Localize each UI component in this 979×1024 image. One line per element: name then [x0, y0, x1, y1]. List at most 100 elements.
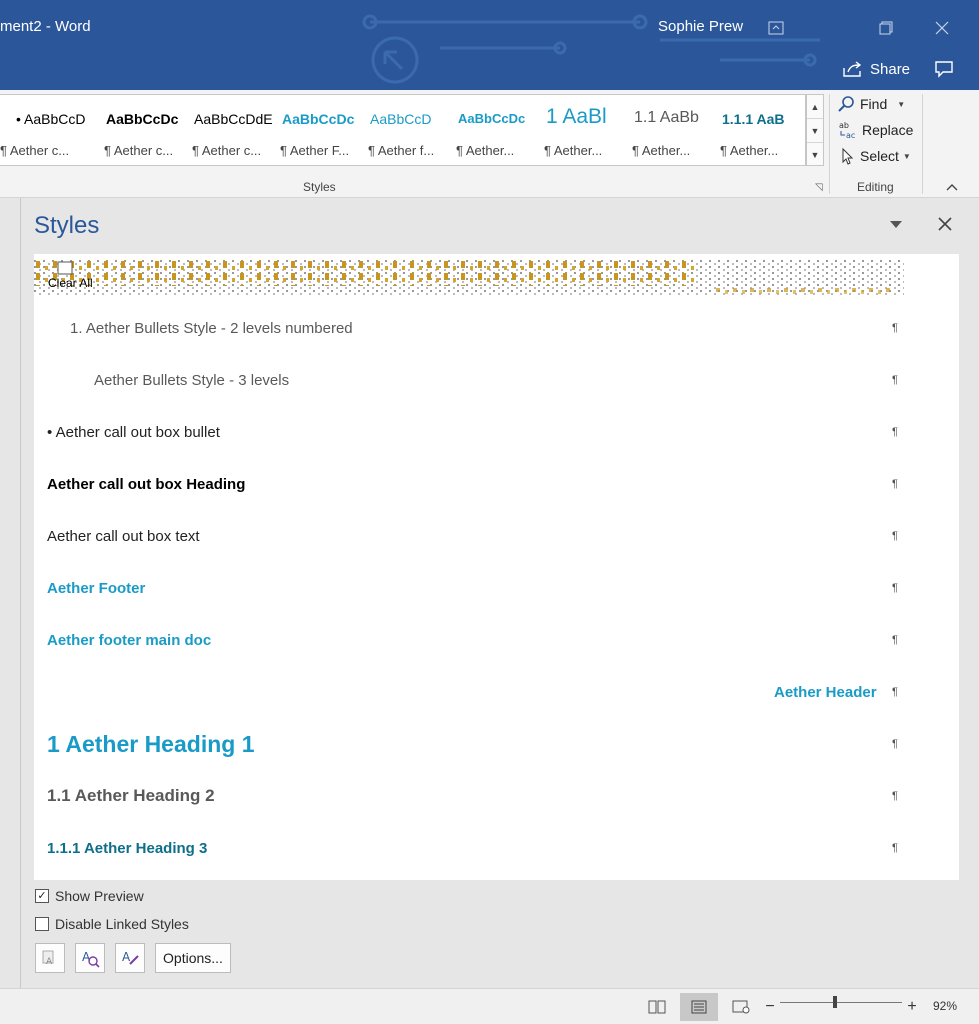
style-gallery-item[interactable]: AaBbCcD ¶ Aether f...	[364, 95, 452, 165]
paragraph-style-icon: ¶	[892, 842, 898, 854]
replace-button[interactable]: ab ac Replace	[838, 118, 913, 142]
style-gallery-item[interactable]: AaBbCcDdE ¶ Aether c...	[188, 95, 276, 165]
restore-button[interactable]	[866, 14, 906, 42]
style-row[interactable]: Aether Footer ¶	[34, 562, 959, 614]
style-label: Aether call out box text	[47, 527, 200, 545]
comments-button[interactable]	[930, 56, 958, 82]
style-gallery-item[interactable]: 1.1.1 AaB ¶ Aether...	[716, 95, 804, 165]
options-button[interactable]: Options...	[155, 943, 231, 973]
style-label: Aether call out box Heading	[47, 475, 246, 493]
pane-title: Styles	[34, 212, 100, 239]
disable-linked-option[interactable]: Disable Linked Styles	[35, 916, 189, 932]
manage-styles-icon: A	[122, 950, 139, 965]
chevron-down-icon: ▼	[810, 125, 820, 136]
new-style-icon: A	[42, 950, 54, 967]
style-label: 1. Aether Bullets Style - 2 levels numbe…	[70, 319, 353, 337]
style-gallery-item[interactable]: AaBbCcDc ¶ Aether...	[452, 95, 540, 165]
gallery-up-button[interactable]: ▲	[807, 95, 823, 119]
style-sample: • AaBbCcD	[16, 111, 86, 127]
paragraph-style-icon: ¶	[892, 686, 898, 698]
show-preview-checkbox[interactable]: ✓	[35, 889, 49, 903]
svg-text:ac: ac	[846, 131, 855, 140]
web-layout-button[interactable]	[726, 993, 756, 1021]
style-label: Aether Bullets Style - 3 levels	[94, 371, 290, 389]
style-sample: 1 AaBl	[546, 105, 607, 128]
disable-linked-label: Disable Linked Styles	[55, 916, 189, 932]
ribbon-display-options-button[interactable]	[756, 14, 796, 42]
svg-text:A: A	[122, 950, 131, 964]
zoom-in-button[interactable]: +	[902, 993, 922, 1021]
style-sample: AaBbCcDdE	[194, 111, 273, 127]
style-row[interactable]: Aether call out box Heading ¶	[34, 458, 959, 510]
style-row[interactable]: Aether Bullets Style - 3 levels ¶	[34, 354, 959, 406]
gallery-down-button[interactable]: ▼	[807, 119, 823, 143]
read-mode-button[interactable]	[642, 993, 672, 1021]
checkmark-icon: ✓	[37, 889, 47, 902]
plus-icon: +	[907, 998, 917, 1015]
close-icon	[935, 21, 949, 35]
share-button[interactable]: Share	[842, 56, 910, 82]
minus-icon: −	[765, 998, 775, 1015]
document-area	[0, 198, 20, 988]
collapse-ribbon-button[interactable]	[946, 180, 958, 194]
user-name[interactable]: Sophie Prew	[658, 18, 743, 35]
gallery-more-button[interactable]: ▼	[807, 143, 823, 167]
style-row[interactable]: • Aether call out box bullet ¶	[34, 406, 959, 458]
zoom-slider-thumb[interactable]	[833, 996, 837, 1008]
style-row[interactable]: Aether call out box text ¶	[34, 510, 959, 562]
styles-dialog-launcher[interactable]: ◹	[815, 182, 823, 193]
style-label: 1.1.1 Aether Heading 3	[47, 839, 208, 857]
restore-icon	[879, 21, 893, 35]
style-name: ¶ Aether...	[544, 143, 603, 158]
style-inspector-button[interactable]: A	[75, 943, 105, 973]
style-row[interactable]: 1 Aether Heading 1 ¶	[34, 718, 959, 770]
pane-options-button[interactable]	[887, 216, 905, 234]
chevron-down-icon: ▼	[902, 151, 911, 161]
chevron-up-icon	[946, 184, 958, 191]
title-bar: ment2 - Word Sophie Prew Share	[0, 0, 979, 90]
new-style-button[interactable]: A	[35, 943, 65, 973]
select-button[interactable]: Select ▼	[838, 144, 911, 168]
clear-all-item[interactable]: Clear All	[34, 260, 904, 296]
clear-all-label: Clear All	[48, 276, 93, 290]
chevron-down-icon: ▼	[897, 99, 906, 109]
chevron-up-icon: ▲	[810, 101, 820, 112]
style-name: ¶ Aether...	[456, 143, 515, 158]
style-name: ¶ Aether F...	[280, 143, 350, 158]
styles-pane: Styles Clear All 1. Aether Bullets Style…	[20, 198, 979, 988]
show-preview-option[interactable]: ✓ Show Preview	[35, 888, 144, 904]
find-button[interactable]: Find ▼	[838, 92, 905, 116]
style-gallery-item[interactable]: • AaBbCcD ¶ Aether c...	[0, 95, 88, 165]
style-label: Aether footer main doc	[47, 631, 212, 649]
style-row[interactable]: Aether footer main doc ¶	[34, 614, 959, 666]
zoom-out-button[interactable]: −	[760, 993, 780, 1021]
style-sample: 1.1 AaBb	[634, 109, 699, 126]
style-row[interactable]: 1. Aether Bullets Style - 2 levels numbe…	[34, 302, 959, 354]
paragraph-style-icon: ¶	[892, 634, 898, 646]
style-row[interactable]: 1.1.1 Aether Heading 3 ¶	[34, 822, 959, 874]
ribbon-display-icon	[768, 21, 784, 35]
clear-all-preview-pattern	[34, 260, 904, 296]
style-row[interactable]: Aether Header ¶	[34, 666, 959, 718]
style-gallery-item[interactable]: 1.1 AaBb ¶ Aether...	[628, 95, 716, 165]
styles-group-label: Styles	[303, 180, 336, 194]
style-row[interactable]: 1.1 Aether Heading 2 ¶	[34, 770, 959, 822]
style-label: Aether Header	[774, 683, 877, 701]
zoom-level[interactable]: 92%	[933, 999, 957, 1013]
zoom-slider-track[interactable]	[780, 1002, 902, 1003]
style-sample: 1.1.1 AaB	[722, 111, 785, 127]
select-label: Select	[860, 148, 899, 164]
disable-linked-checkbox[interactable]	[35, 917, 49, 931]
style-gallery-item[interactable]: AaBbCcDc ¶ Aether F...	[276, 95, 364, 165]
editing-group-label: Editing	[857, 180, 894, 194]
close-icon	[938, 217, 952, 231]
style-gallery-item[interactable]: 1 AaBl ¶ Aether...	[540, 95, 628, 165]
manage-styles-button[interactable]: A	[115, 943, 145, 973]
pane-close-button[interactable]	[935, 214, 955, 234]
print-layout-icon	[691, 1000, 707, 1014]
style-gallery-item[interactable]: AaBbCcDc ¶ Aether c...	[100, 95, 188, 165]
close-button[interactable]	[922, 14, 962, 42]
comment-icon	[935, 61, 953, 78]
print-layout-button[interactable]	[680, 993, 718, 1021]
share-label: Share	[870, 60, 911, 78]
